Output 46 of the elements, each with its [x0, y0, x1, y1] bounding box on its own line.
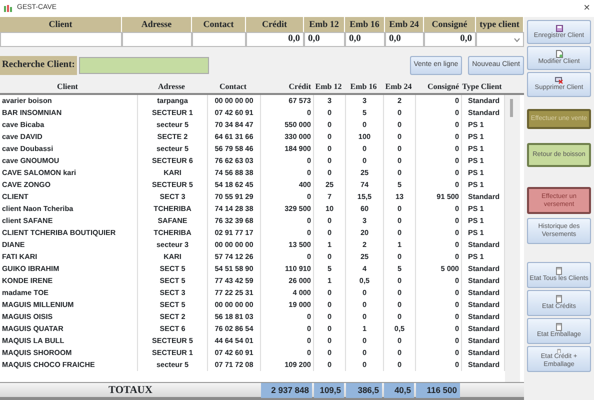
total-value: 109,5 — [314, 383, 344, 398]
column-header: Contact — [192, 17, 246, 32]
column-header: Emb 12 — [314, 81, 343, 93]
dropdown-caret-icon — [514, 38, 520, 42]
input-field[interactable] — [192, 32, 246, 47]
app-icon — [4, 5, 13, 12]
input-field[interactable]: 0,0 — [304, 32, 345, 47]
search-label: Recherche Client: — [0, 56, 77, 75]
search-field[interactable] — [78, 57, 209, 74]
total-value: 116 500 — [416, 383, 460, 398]
input-field[interactable]: 0,0 — [424, 32, 476, 47]
column-header: Adresse — [157, 81, 186, 93]
delete-icon — [555, 77, 563, 84]
input-field[interactable] — [122, 32, 192, 47]
total-value: 2 937 848 — [261, 383, 312, 398]
input-field[interactable]: 0,0 — [345, 32, 385, 47]
report-icon — [556, 295, 562, 304]
input-field[interactable] — [0, 32, 122, 47]
type-client-select[interactable] — [476, 32, 524, 47]
close-button[interactable]: × — [584, 3, 590, 14]
column-header: type client — [476, 17, 524, 32]
column-header: Client — [0, 17, 122, 32]
column-header: Emb 12 — [304, 17, 345, 32]
column-header: Emb 24 — [384, 81, 413, 93]
scrollbar[interactable] — [505, 95, 520, 382]
column-header: Emb 16 — [349, 81, 378, 93]
document-icon — [556, 50, 562, 58]
input-field[interactable]: 0,0 — [385, 32, 424, 47]
column-header: Client — [56, 81, 79, 93]
column-header: Type Client — [462, 81, 503, 93]
total-value: 40,5 — [384, 383, 414, 398]
column-header: Crédit — [246, 17, 304, 32]
column-header: Emb 24 — [385, 17, 424, 32]
column-header: Consigné — [424, 17, 476, 32]
report-icon — [556, 323, 562, 332]
report-icon — [556, 267, 562, 276]
column-header: Crédit — [288, 81, 312, 93]
column-header: Contact — [218, 81, 248, 93]
column-header: Emb 16 — [345, 17, 385, 32]
total-value: 386,5 — [346, 383, 382, 398]
column-header: Consigné — [426, 81, 460, 93]
report-icon — [556, 349, 562, 354]
column-header: Adresse — [122, 17, 192, 32]
totals-label: TOTAUX — [108, 384, 154, 398]
input-field[interactable]: 0,0 — [246, 32, 304, 47]
scrollbar-thumb[interactable] — [510, 99, 513, 117]
